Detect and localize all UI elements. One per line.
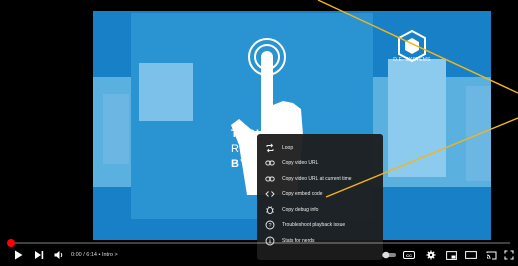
company-logo <box>398 29 426 63</box>
menu-item-label: Troubleshoot playback issue <box>282 222 346 229</box>
cast-icon <box>486 251 496 259</box>
svg-text:?: ? <box>268 223 271 229</box>
volume-button[interactable] <box>52 246 66 264</box>
toggle-icon <box>382 251 396 259</box>
menu-item-copy-debug-info[interactable]: Copy debug info <box>257 202 383 218</box>
menu-item-loop[interactable]: Loop <box>257 140 383 156</box>
menu-item-label: Copy video URL <box>282 160 319 167</box>
menu-item-label: Copy debug info <box>282 206 319 213</box>
embed-code-icon <box>265 189 275 199</box>
menu-item-troubleshoot-playback[interactable]: ? Troubleshoot playback issue <box>257 218 383 234</box>
theater-icon <box>465 251 477 259</box>
video-graphic-panel <box>466 86 491 181</box>
autoplay-toggle[interactable] <box>381 246 397 264</box>
info-icon <box>265 236 275 246</box>
menu-item-label: Copy embed code <box>282 191 323 198</box>
video-player[interactable]: D.E. SYSTEMS TECHN REN BY D.E.S Loop Cop… <box>0 0 518 266</box>
gear-icon <box>426 250 436 260</box>
video-graphic-panel <box>103 94 129 164</box>
next-button[interactable] <box>32 246 46 264</box>
player-controls: 0:00 / 6:14 • Intro > CC <box>0 246 518 266</box>
play-button[interactable] <box>11 246 25 264</box>
menu-item-label: Loop <box>282 144 294 151</box>
link-icon <box>265 174 275 184</box>
cast-button[interactable] <box>484 246 498 264</box>
question-icon: ? <box>265 220 275 230</box>
menu-item-copy-video-url-at-time[interactable]: Copy video URL at current time <box>257 171 383 187</box>
miniplayer-button[interactable] <box>444 246 458 264</box>
fullscreen-button[interactable] <box>502 246 516 264</box>
theater-mode-button[interactable] <box>464 246 478 264</box>
menu-item-label: Copy video URL at current time <box>282 175 352 182</box>
video-graphic-panel <box>139 63 193 121</box>
settings-button[interactable] <box>424 246 438 264</box>
miniplayer-icon <box>445 250 457 260</box>
time-display: 0:00 / 6:14 • Intro > <box>71 252 118 258</box>
loop-icon <box>265 143 275 153</box>
next-icon <box>35 251 44 259</box>
captions-icon: CC <box>403 251 415 259</box>
company-logo-text: D.E. SYSTEMS <box>393 57 431 63</box>
debug-icon <box>265 205 275 215</box>
menu-item-copy-video-url[interactable]: Copy video URL <box>257 156 383 172</box>
play-icon <box>14 250 22 260</box>
menu-item-copy-embed-code[interactable]: Copy embed code <box>257 187 383 203</box>
progress-bar[interactable] <box>7 239 510 247</box>
link-icon <box>265 158 275 168</box>
captions-button[interactable]: CC <box>401 246 417 264</box>
fullscreen-icon <box>504 250 514 260</box>
volume-icon <box>54 251 62 259</box>
